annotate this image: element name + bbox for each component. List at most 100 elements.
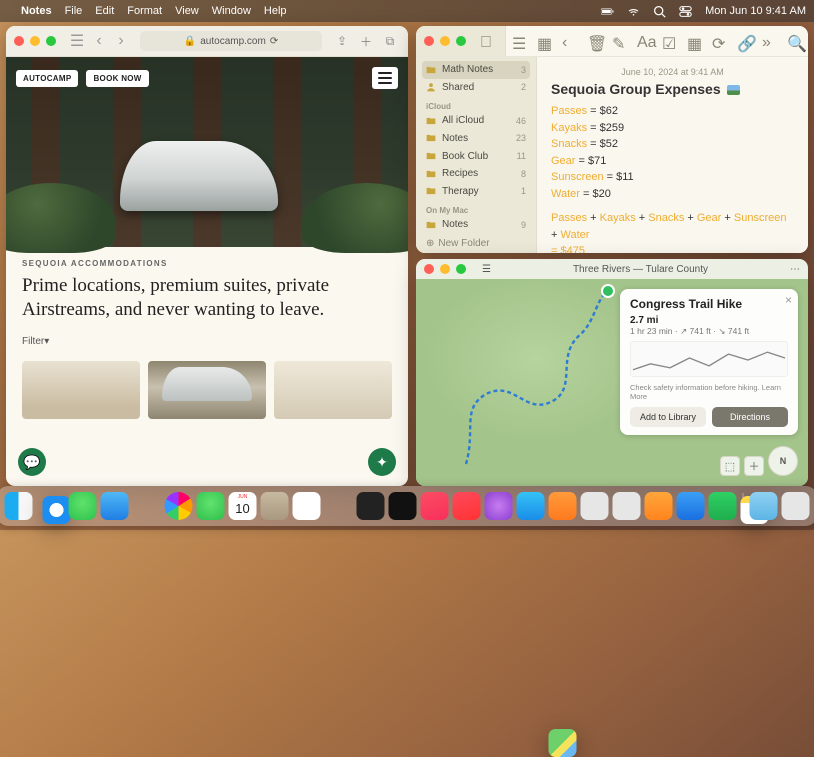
dock-podcasts[interactable]	[485, 492, 513, 520]
zoom-button[interactable]	[456, 264, 466, 274]
close-button[interactable]	[14, 36, 24, 46]
hero-image: AUTOCAMP BOOK NOW	[6, 57, 408, 247]
wifi-icon[interactable]	[627, 5, 640, 18]
dock-downloads[interactable]	[750, 492, 778, 520]
close-card-icon[interactable]: ×	[785, 293, 792, 307]
compass[interactable]: N	[768, 446, 798, 476]
dock-pages[interactable]	[645, 492, 673, 520]
folder-shared[interactable]: Shared2	[422, 79, 530, 97]
directions-button[interactable]: Directions	[712, 407, 788, 427]
trail-card: × Congress Trail Hike 2.7 mi1 hr 23 min …	[620, 289, 798, 435]
thumb-room[interactable]	[274, 361, 392, 419]
table-icon[interactable]: ▦	[687, 34, 702, 49]
safety-text[interactable]: Check safety information before hiking. …	[630, 383, 788, 401]
dock-safari[interactable]	[43, 496, 71, 524]
menu-window[interactable]: Window	[212, 5, 251, 17]
media-icon[interactable]: ⟳	[712, 34, 727, 49]
menu-edit[interactable]: Edit	[95, 5, 114, 17]
more-icon[interactable]: »	[762, 34, 777, 49]
reload-icon[interactable]: ⟳	[270, 36, 278, 47]
accessibility-fab[interactable]: ✦	[368, 448, 396, 476]
address-bar[interactable]: 🔒 autocamp.com ⟳	[140, 31, 322, 51]
tabs-icon[interactable]: ⧉	[380, 34, 400, 49]
dock-numbers[interactable]	[709, 492, 737, 520]
book-now-button[interactable]: BOOK NOW	[86, 70, 148, 87]
add-to-library-button[interactable]: Add to Library	[630, 407, 706, 427]
search-icon[interactable]	[653, 5, 666, 18]
new-tab-button[interactable]: ＋	[356, 33, 376, 50]
menu-help[interactable]: Help	[264, 5, 287, 17]
folder-recipes[interactable]: Recipes8	[422, 165, 530, 183]
dock-contacts[interactable]	[261, 492, 289, 520]
compose-icon[interactable]: ✎	[612, 34, 627, 49]
new-folder-button[interactable]: ⊕ New Folder	[422, 234, 530, 254]
share-icon[interactable]: ⇪	[332, 34, 352, 48]
dock-messages[interactable]	[69, 492, 97, 520]
dock-freeform[interactable]	[357, 492, 385, 520]
minimize-button[interactable]	[440, 264, 450, 274]
folder-local-notes[interactable]: Notes9	[422, 216, 530, 234]
minimize-button[interactable]	[440, 36, 450, 46]
folder-all-icloud[interactable]: All iCloud46	[422, 112, 530, 130]
menu-format[interactable]: Format	[127, 5, 162, 17]
dock-news[interactable]	[453, 492, 481, 520]
maps-window: ☰ Three Rivers — Tulare County ⋯ × Congr…	[416, 259, 808, 486]
dock-passwords[interactable]	[581, 492, 609, 520]
dock-reminders[interactable]	[293, 492, 321, 520]
dock-keynote[interactable]	[677, 492, 705, 520]
link-icon[interactable]: 🔗	[737, 34, 752, 49]
view-grid-icon[interactable]: ▦	[537, 34, 552, 49]
clock[interactable]: Mon Jun 10 9:41 AM	[705, 5, 806, 17]
map-zoom-button[interactable]: ＋	[744, 456, 764, 476]
back-icon[interactable]: ‹	[562, 34, 577, 49]
hamburger-menu[interactable]	[372, 67, 398, 89]
chat-fab[interactable]: 💬	[18, 448, 46, 476]
folder-book-club[interactable]: Book Club11	[422, 147, 530, 165]
dock-mail[interactable]	[101, 492, 129, 520]
dock-photos[interactable]	[165, 492, 193, 520]
back-button[interactable]: ‹	[90, 32, 108, 50]
menu-bar: Notes File Edit Format View Window Help …	[0, 0, 814, 22]
thumb-interior[interactable]	[22, 361, 140, 419]
zoom-button[interactable]	[46, 36, 56, 46]
minimize-button[interactable]	[30, 36, 40, 46]
dock-trash[interactable]	[782, 492, 810, 520]
dock-tv[interactable]	[389, 492, 417, 520]
close-button[interactable]	[424, 36, 434, 46]
zoom-button[interactable]	[456, 36, 466, 46]
filter-dropdown[interactable]: Filter▾	[22, 336, 392, 347]
dock-music[interactable]	[421, 492, 449, 520]
dock-books[interactable]	[549, 492, 577, 520]
folder-notes[interactable]: Notes23	[422, 130, 530, 148]
forward-button[interactable]: ›	[112, 32, 130, 50]
search-icon[interactable]: 🔍	[787, 34, 802, 49]
folder-therapy[interactable]: Therapy1	[422, 182, 530, 200]
thumb-airstream[interactable]	[148, 361, 266, 419]
app-name[interactable]: Notes	[21, 5, 52, 17]
sidebar-toggle-icon[interactable]: ☰	[482, 264, 491, 275]
site-logo[interactable]: AUTOCAMP	[16, 70, 78, 87]
note-content[interactable]: June 10, 2024 at 9:41 AM Sequoia Group E…	[537, 57, 808, 253]
checklist-icon[interactable]: ☑	[662, 34, 677, 49]
hero-headline: Prime locations, premium suites, private…	[22, 274, 392, 322]
close-button[interactable]	[424, 264, 434, 274]
sidebar-toggle-icon[interactable]: 􀏚	[480, 34, 495, 49]
menu-file[interactable]: File	[65, 5, 83, 17]
view-list-icon[interactable]: ☰	[512, 34, 527, 49]
map-3d-button[interactable]: ⬚	[720, 456, 740, 476]
dock-facetime[interactable]	[197, 492, 225, 520]
dock-finder[interactable]	[5, 492, 33, 520]
dock-maps[interactable]	[549, 729, 577, 757]
folder-math-notes[interactable]: Math Notes3	[422, 61, 530, 79]
sidebar-toggle-icon[interactable]: ☰	[68, 32, 86, 50]
maps-more-icon[interactable]: ⋯	[790, 264, 800, 275]
dock-appstore[interactable]	[517, 492, 545, 520]
control-center-icon[interactable]	[679, 5, 692, 18]
trash-icon[interactable]: 🗑	[587, 34, 602, 49]
battery-icon[interactable]	[601, 5, 614, 18]
dock-settings[interactable]	[613, 492, 641, 520]
menu-view[interactable]: View	[175, 5, 199, 17]
format-icon[interactable]: Aa	[637, 34, 652, 49]
maps-toolbar: ☰ Three Rivers — Tulare County ⋯	[416, 259, 808, 279]
dock-calendar[interactable]	[229, 492, 257, 520]
